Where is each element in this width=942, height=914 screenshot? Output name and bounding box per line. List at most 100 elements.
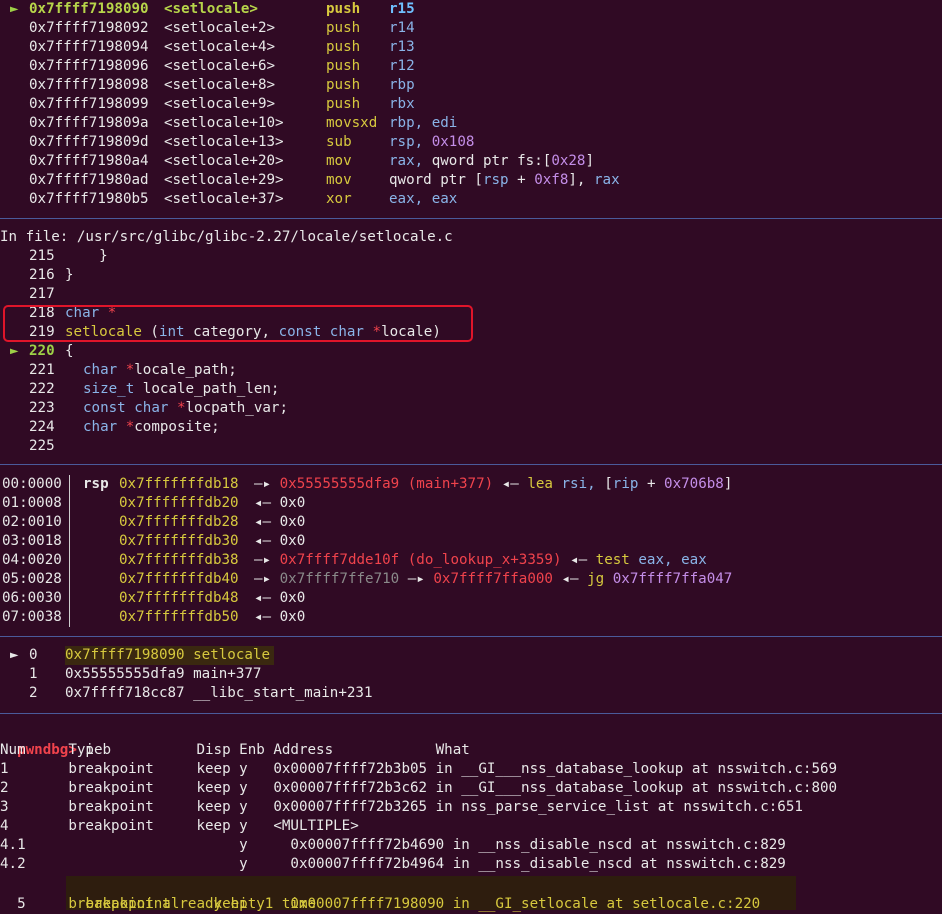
stack-row[interactable]: 01:0008 0x7fffffffdb20 ◂— 0x0 — [0, 494, 942, 513]
operand: eax, — [638, 552, 682, 568]
disasm-row[interactable]: ► 0x7ffff7198090 <setlocale> push r15 — [0, 0, 942, 19]
bp-row[interactable]: 2 breakpoint keep y 0x00007ffff72b3c62 i… — [0, 779, 837, 798]
source-file-path: In file: /usr/src/glibc/glibc-2.27/local… — [0, 228, 453, 247]
stack-address: 0x7fffffffdb40 — [119, 571, 239, 587]
backtrace-frame[interactable]: 1 0x55555555dfa9 main+377 — [0, 665, 942, 684]
bp-row[interactable]: 4.2 y 0x00007ffff72b4964 in __nss_disabl… — [0, 855, 786, 874]
instruction-address: 0x7ffff7198094 — [29, 39, 149, 55]
stack-content: 0x0 — [279, 590, 306, 606]
source-line[interactable]: 217 — [0, 285, 942, 304]
bp-row[interactable]: 1 breakpoint keep y 0x00007ffff72b3b05 i… — [0, 760, 837, 779]
frame-location: 0x55555555dfa9 main+377 — [65, 666, 262, 682]
source-line[interactable]: 225 — [0, 437, 942, 456]
code-text: locale_path; — [134, 362, 237, 378]
disasm-row[interactable]: 0x7ffff719809d <setlocale+13> sub rsp, 0x10… — [0, 133, 942, 152]
disasm-row[interactable]: 0x7ffff719809a <setlocale+10> movsxd rbp, e… — [0, 114, 942, 133]
stack-row[interactable]: 03:0018 0x7fffffffdb30 ◂— 0x0 — [0, 532, 942, 551]
line-number: 215 — [29, 248, 55, 264]
bp-detail: 1 breakpoint keep y 0x00007ffff72b3b05 i… — [0, 761, 838, 777]
opcode: xor — [326, 191, 352, 207]
bp-row[interactable]: 3 breakpoint keep y 0x00007ffff72b3265 i… — [0, 798, 803, 817]
code: } — [65, 247, 108, 266]
command-line[interactable]: pwndbg> i b — [0, 722, 111, 758]
stack-row[interactable]: 07:0038 0x7fffffffdb50 ◂— 0x0 — [0, 608, 942, 627]
operand: rsp — [482, 172, 509, 188]
stack-offset: 06:0030 — [2, 590, 62, 606]
source-line[interactable]: ► 220 { — [0, 342, 942, 361]
bp-row[interactable]: 4 breakpoint keep y <MULTIPLE> — [0, 817, 359, 836]
pointer-star: * — [117, 419, 135, 435]
stack-row[interactable]: 02:0010 0x7fffffffdb28 ◂— 0x0 — [0, 513, 942, 532]
opcode: sub — [326, 134, 352, 150]
code: } — [65, 266, 74, 285]
frame-index: 0 — [29, 647, 38, 663]
disasm-row[interactable]: 0x7ffff7198092 <setlocale+2> push r14 — [0, 19, 942, 38]
column-divider — [69, 494, 70, 513]
stack-offset: 00:0000 — [2, 476, 62, 492]
source-line[interactable]: 216} — [0, 266, 942, 285]
operands: r14 — [389, 19, 415, 38]
source-line[interactable]: 215 } — [0, 247, 942, 266]
instruction-address: 0x7ffff7198090 — [29, 1, 149, 17]
stack-row[interactable]: 04:0020 0x7fffffffdb38 —▸ 0x7ffff7dde10f (… — [0, 551, 942, 570]
operand: qword ptr [ — [389, 172, 483, 188]
pane-separator — [0, 464, 942, 465]
disasm-row[interactable]: 0x7ffff71980ad <setlocale+29> mov qword ptr… — [0, 171, 942, 190]
stack-row[interactable]: 00:0000 rsp 0x7fffffffdb18 —▸ 0x55555555dfa… — [0, 475, 942, 494]
operand: + — [638, 476, 665, 492]
source-line[interactable]: 222 size_t locale_path_len; — [0, 380, 942, 399]
register-label: rsp — [83, 476, 109, 492]
column-divider — [69, 608, 70, 627]
column-divider — [69, 589, 70, 608]
operands: eax, eax — [389, 190, 457, 209]
operand: rbp, — [389, 115, 432, 131]
disasm-row[interactable]: 0x7ffff7198096 <setlocale+6> push r12 — [0, 57, 942, 76]
stack-value: ◂— 0x0 — [254, 608, 305, 627]
stack-row[interactable]: 05:0028 0x7fffffffdb40 —▸ 0x7ffff7ffe710 —… — [0, 570, 942, 589]
pointer-target: 0x7ffff7ffa000 — [433, 571, 562, 587]
source-line[interactable]: 221 char *locale_path; — [0, 361, 942, 380]
line-number: 221 — [29, 362, 55, 378]
backtrace-frame[interactable]: ► 0 0x7ffff7198090 setlocale — [0, 646, 942, 665]
operand: ], — [568, 172, 595, 188]
stack-row[interactable]: 06:0030 0x7fffffffdb48 ◂— 0x0 — [0, 589, 942, 608]
backtrace-frame[interactable]: 2 0x7ffff718cc87 __libc_start_main+231 — [0, 684, 942, 703]
code: size_t locale_path_len; — [83, 380, 279, 399]
instruction-symbol: <setlocale+13> — [164, 134, 284, 150]
disasm-row[interactable]: 0x7ffff71980b5 <setlocale+37> xor eax, eax — [0, 190, 942, 209]
operand: r15 — [389, 1, 415, 17]
highlight-box — [3, 305, 473, 342]
operands: rax, qword ptr fs:[0x28] — [389, 152, 594, 171]
bp-detail: 4.2 y 0x00007ffff72b4964 in __nss_disabl… — [0, 856, 786, 872]
disasm-row[interactable]: 0x7ffff7198099 <setlocale+9> push rbx — [0, 95, 942, 114]
source-line[interactable]: 223 const char *locpath_var; — [0, 399, 942, 418]
opcode: push — [326, 96, 361, 112]
stack-content: 0x0 — [279, 609, 306, 625]
instruction-symbol: <setlocale+2> — [164, 20, 276, 36]
back-arrow: ◂— — [254, 514, 280, 530]
disasm-row[interactable]: 0x7ffff71980a4 <setlocale+20> mov rax, qwor… — [0, 152, 942, 171]
bp-table-header: Num Type Disp Enb Address What — [0, 742, 470, 758]
instruction-address: 0x7ffff7198092 — [29, 20, 149, 36]
pointer-arrow: —▸ — [254, 552, 280, 568]
disasm-row[interactable]: 0x7ffff7198098 <setlocale+8> push rbp — [0, 76, 942, 95]
source-line[interactable]: 224 char *composite; — [0, 418, 942, 437]
instruction-symbol: <setlocale> — [164, 1, 258, 17]
pointer-arrow: —▸ — [407, 571, 434, 587]
instruction-address: 0x7ffff7198099 — [29, 96, 149, 112]
bp-row-5[interactable]: 5 breakpoint keep y 0x00007ffff7198090 i… — [0, 876, 760, 912]
instruction-symbol: <setlocale+4> — [164, 39, 276, 55]
pointer-star: * — [117, 362, 135, 378]
operand: 0x706b8 — [664, 476, 724, 492]
bp-detail: 3 breakpoint keep y 0x00007ffff72b3265 i… — [0, 799, 803, 815]
bp-detail: 2 breakpoint keep y 0x00007ffff72b3c62 i… — [0, 780, 838, 796]
opcode: mov — [326, 153, 352, 169]
disasm-row[interactable]: 0x7ffff7198094 <setlocale+4> push r13 — [0, 38, 942, 57]
operand: qword ptr fs:[ — [431, 153, 552, 169]
operand: 0x28 — [551, 153, 586, 169]
code-text: { — [65, 343, 74, 359]
frame-location: 0x7ffff7198090 setlocale — [65, 646, 274, 665]
bp-detail: 4.1 y 0x00007ffff72b4690 in __nss_disabl… — [0, 837, 786, 853]
bp-row[interactable]: 4.1 y 0x00007ffff72b4690 in __nss_disabl… — [0, 836, 786, 855]
stack-offset: 05:0028 — [2, 571, 62, 587]
